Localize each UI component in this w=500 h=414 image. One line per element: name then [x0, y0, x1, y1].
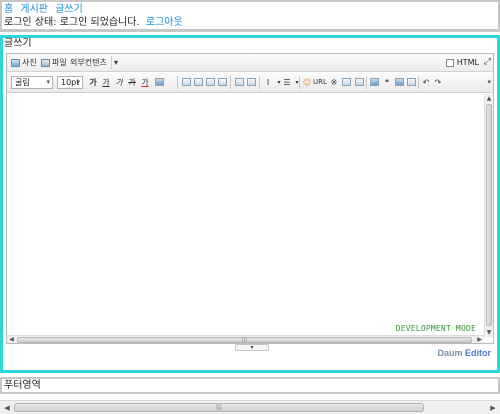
align-justify-icon [217, 78, 227, 86]
external-content-label: 외부컨텐츠 [70, 58, 107, 67]
italic-button[interactable]: 가 [113, 76, 125, 89]
nav-write-link[interactable]: 글쓰기 [55, 4, 83, 15]
scroll-right-icon[interactable]: ▶ [475, 336, 484, 344]
divider-line-button[interactable] [353, 76, 365, 89]
font-size-select[interactable]: 10pt ▾ [57, 76, 83, 89]
toolbar-divider [418, 76, 419, 89]
outdent-button[interactable] [245, 76, 257, 89]
table-button[interactable] [340, 76, 352, 89]
nav-home-link[interactable]: 홈 [4, 4, 13, 15]
toolbar-divider [177, 76, 178, 89]
html-label: HTML [456, 58, 479, 67]
redo-icon[interactable]: ↷ [432, 76, 444, 89]
background-icon [394, 78, 404, 86]
footer: 푸터영역 [0, 377, 500, 394]
undo-icon[interactable]: ↶ [420, 76, 432, 89]
quote-box-button[interactable] [368, 76, 380, 89]
chevron-down-icon: ▾ [46, 78, 50, 86]
align-left-button[interactable] [180, 76, 192, 89]
divider-line-icon [354, 78, 364, 86]
file-button[interactable]: 파일 [41, 57, 67, 69]
scroll-right-icon[interactable]: ▶ [488, 403, 498, 413]
login-status: 로그인 상태: 로그인 되었습니다. 로그아웃 [4, 16, 496, 29]
toolbar-divider [259, 76, 260, 89]
resize-handle[interactable]: ▾ [235, 344, 269, 351]
format-toolbar: 굴림 ▾ 10pt ▾ 가 가 가 가 가 Ⅰ ▾ ☰ ▾ ☺ URL ※ ❝ … [7, 73, 493, 93]
align-right-icon [205, 78, 215, 86]
scroll-thumb[interactable] [486, 104, 492, 326]
align-center-button[interactable] [192, 76, 204, 89]
text-color-button[interactable]: 가 [139, 76, 151, 89]
toolbar-divider [111, 56, 112, 69]
scroll-thumb[interactable]: ||| [14, 403, 424, 412]
attach-toolbar: 사진 파일 외부컨텐츠 ▾ HTML ⤢ [7, 54, 493, 72]
photo-button[interactable]: 사진 [11, 57, 37, 69]
quote-icon[interactable]: ❝ [381, 76, 393, 89]
quote-box-icon [369, 78, 379, 86]
file-icon [41, 59, 50, 67]
toolbar-divider [299, 76, 300, 89]
emoticon-icon[interactable]: ☺ [301, 76, 313, 89]
template-button[interactable] [405, 76, 417, 89]
header: 홈 게시판 글쓰기 로그인 상태: 로그인 되었습니다. 로그아웃 [0, 0, 500, 32]
dev-mode-label: DEVELOPMENT MODE [395, 324, 476, 333]
logo-part-daum: Daum [437, 348, 463, 358]
rich-text-editor: 사진 파일 외부컨텐츠 ▾ HTML ⤢ 굴림 ▾ 10pt ▾ 가 가 가 가… [6, 53, 494, 344]
daum-editor-logo: Daum Editor [437, 348, 491, 358]
align-left-icon [181, 78, 191, 86]
external-content-button[interactable]: 외부컨텐츠 [70, 57, 107, 69]
editor-body[interactable]: DEVELOPMENT MODE [7, 94, 484, 337]
file-label: 파일 [52, 58, 67, 67]
special-char-icon[interactable]: ※ [328, 76, 340, 89]
scroll-down-icon[interactable]: ▼ [485, 328, 493, 337]
photo-icon [11, 59, 20, 67]
table-icon [341, 78, 351, 86]
scroll-left-icon[interactable]: ◀ [2, 403, 12, 413]
footer-text: 푸터영역 [4, 380, 41, 391]
toolbar-more-icon[interactable]: ▾ [487, 78, 491, 86]
page-horizontal-scrollbar[interactable]: ◀ ||| ▶ [0, 400, 500, 414]
align-center-icon [193, 78, 203, 86]
font-family-select[interactable]: 굴림 ▾ [11, 76, 53, 89]
toolbar-divider [366, 76, 367, 89]
font-family-value: 굴림 [15, 78, 30, 87]
strikethrough-button[interactable]: 가 [126, 76, 138, 89]
underline-button[interactable]: 가 [100, 76, 112, 89]
main-content: 글쓰기 사진 파일 외부컨텐츠 ▾ HTML ⤢ 굴림 ▾ 10pt ▾ 가 가… [0, 35, 500, 373]
align-justify-button[interactable] [216, 76, 228, 89]
photo-label: 사진 [22, 58, 37, 67]
scroll-left-icon[interactable]: ◀ [7, 336, 16, 344]
highlight-icon [154, 78, 164, 86]
breadcrumb: 홈 게시판 글쓰기 [4, 3, 496, 16]
fullscreen-icon[interactable]: ⤢ [484, 57, 491, 68]
chevron-down-icon: ▾ [76, 78, 80, 86]
outdent-icon [246, 78, 256, 86]
nav-board-link[interactable]: 게시판 [20, 4, 48, 15]
bold-button[interactable]: 가 [87, 76, 99, 89]
editor-vertical-scrollbar[interactable]: ▲ ▼ [484, 94, 493, 337]
background-button[interactable] [393, 76, 405, 89]
template-icon [406, 78, 416, 86]
editor-horizontal-scrollbar[interactable]: ◀ ||| ▶ [7, 335, 484, 343]
html-checkbox[interactable] [445, 59, 454, 67]
more-attach-dropdown[interactable]: ▾ [114, 57, 118, 69]
indent-icon [234, 78, 244, 86]
html-toggle[interactable]: HTML [445, 57, 479, 69]
page: 홈 게시판 글쓰기 로그인 상태: 로그인 되었습니다. 로그아웃 글쓰기 사진… [0, 0, 500, 414]
scroll-thumb[interactable]: ||| [17, 337, 472, 343]
logout-link[interactable]: 로그아웃 [146, 17, 183, 28]
login-status-text: 로그인 상태: 로그인 되었습니다. [4, 17, 140, 28]
scroll-up-icon[interactable]: ▲ [485, 94, 493, 103]
align-right-button[interactable] [204, 76, 216, 89]
toolbar-divider [230, 76, 231, 89]
highlight-color-button[interactable] [153, 76, 165, 89]
link-button[interactable]: URL [313, 76, 327, 89]
logo-part-editor: Editor [465, 348, 491, 358]
indent-button[interactable] [233, 76, 245, 89]
page-title: 글쓰기 [4, 38, 32, 49]
